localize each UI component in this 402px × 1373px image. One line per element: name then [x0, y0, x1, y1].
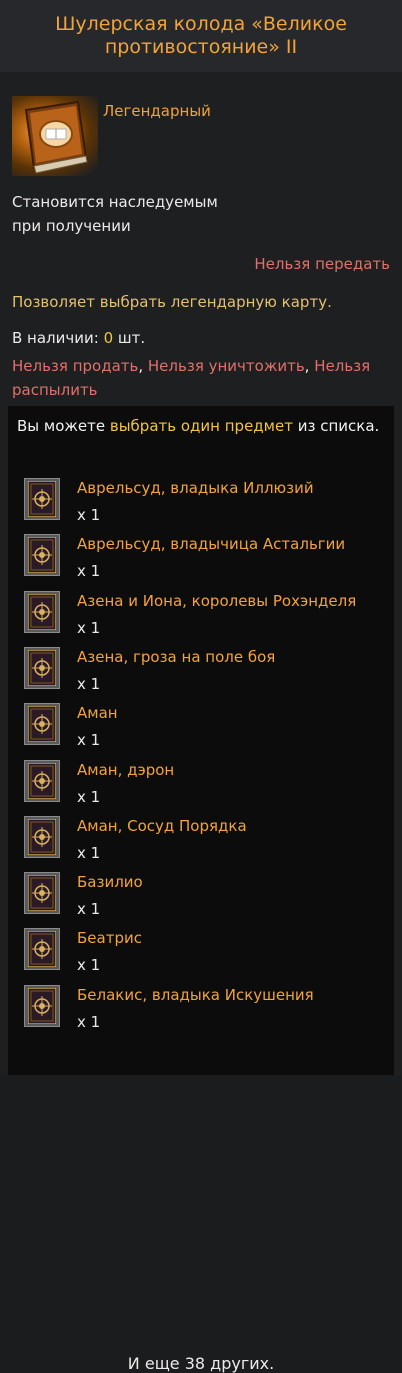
reward-qty: x 1	[77, 731, 101, 750]
item-header: Легендарный	[0, 72, 402, 180]
reward-qty: x 1	[77, 674, 101, 693]
reward-name: Беатрис	[77, 929, 142, 948]
bind-line-1: Становится наследуемым	[12, 193, 218, 211]
stock-unit: шт.	[113, 329, 146, 347]
bind-info: Становится наследуемым при получении	[12, 190, 390, 238]
reward-qty: x 1	[77, 618, 101, 637]
card-icon	[24, 478, 60, 520]
card-icon	[24, 703, 60, 746]
reward-name: Азена, гроза на поле боя	[77, 647, 276, 666]
reward-name: Аман, дэрон	[77, 760, 175, 779]
reward-item[interactable]: Белакис, владыка Искушения x 1	[24, 984, 402, 1041]
separator: ,	[138, 357, 148, 375]
card-icon	[24, 759, 60, 802]
stock-count: В наличии: 0 шт.	[12, 326, 390, 350]
reward-item[interactable]: Аврельсуд, владыка Иллюзий x 1	[24, 478, 402, 534]
reward-item[interactable]: Базилио x 1	[24, 872, 402, 928]
restrictions: Нельзя продать, Нельзя уничтожить, Нельз…	[12, 354, 390, 402]
reward-name: Белакис, владыка Искушения	[77, 985, 314, 1004]
reward-item[interactable]: Азена, гроза на поле боя x 1	[24, 646, 402, 703]
reward-qty: x 1	[77, 843, 101, 862]
reward-item[interactable]: Беатрис x 1	[24, 928, 402, 984]
reward-name: Аврельсуд, владыка Иллюзий	[77, 479, 314, 497]
reward-qty: x 1	[77, 562, 101, 581]
reward-name: Аврельсуд, владычица Астальгии	[77, 535, 346, 554]
reward-item[interactable]: Аврельсуд, владычица Астальгии x 1	[24, 534, 402, 590]
reward-item[interactable]: Аман, Сосуд Порядка x 1	[24, 815, 402, 872]
item-description: Позволяет выбрать легендарную карту.	[12, 293, 332, 311]
reward-qty: x 1	[77, 900, 101, 919]
card-icon	[24, 815, 60, 858]
bind-line-2: при получении	[12, 217, 131, 235]
choose-highlight: выбрать один предмет	[109, 417, 293, 435]
reward-name: Аман, Сосуд Порядка	[77, 816, 247, 835]
reward-selection-box: Вы можете выбрать один предмет из списка…	[8, 406, 394, 1373]
tooltip-title: Шулерская колода «Великое противостояние…	[0, 0, 402, 72]
reward-item[interactable]: Азена и Иона, королевы Рохэнделя x 1	[24, 590, 402, 647]
reward-name: Аман	[77, 704, 118, 723]
card-icon	[24, 928, 60, 971]
item-tooltip: Шулерская колода «Великое противостояние…	[0, 0, 402, 1373]
reward-name: Базилио	[77, 873, 143, 892]
reward-qty: x 1	[77, 787, 101, 806]
reward-qty: x 1	[77, 506, 101, 524]
reward-item[interactable]: Аман, дэрон x 1	[24, 759, 402, 816]
card-icon	[24, 590, 60, 633]
stock-value: 0	[103, 329, 114, 347]
choose-instructions: Вы можете выбрать один предмет из списка…	[17, 412, 386, 440]
no-trade-label: Нельзя передать	[254, 255, 390, 273]
choose-prefix: Вы можете	[17, 417, 110, 435]
reward-qty: x 1	[77, 1012, 101, 1031]
choose-suffix: из списка.	[292, 417, 380, 435]
card-icon	[24, 984, 60, 1027]
reward-qty: x 1	[77, 956, 101, 975]
card-icon	[24, 872, 60, 915]
card-pack-book-icon	[12, 96, 98, 176]
card-icon	[24, 646, 60, 689]
more-items-label: И еще 38 других.	[127, 1354, 275, 1373]
card-icon	[24, 534, 60, 577]
no-sell-label: Нельзя продать	[12, 357, 139, 375]
item-grade: Легендарный	[103, 102, 211, 120]
stock-label: В наличии:	[12, 329, 104, 347]
reward-item[interactable]: Аман x 1	[24, 703, 402, 759]
separator: ,	[304, 357, 315, 375]
no-destroy-label: Нельзя уничтожить	[147, 357, 305, 375]
reward-name: Азена и Иона, королевы Рохэнделя	[77, 591, 357, 610]
